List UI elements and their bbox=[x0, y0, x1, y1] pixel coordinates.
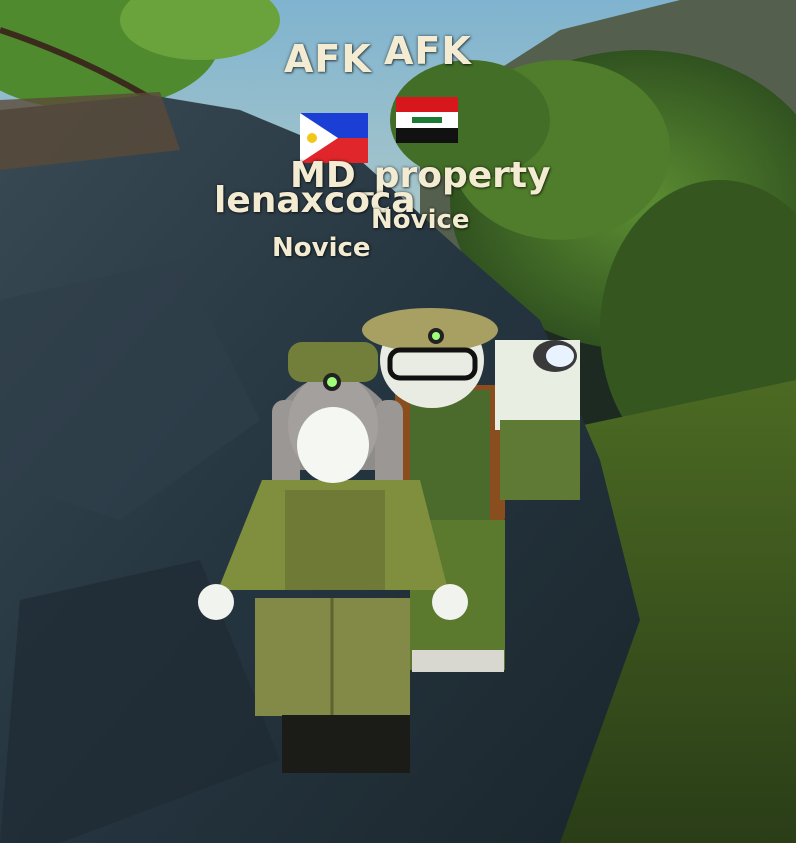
afk-status-label-1: AFK bbox=[284, 37, 372, 81]
afk-status-label-2: AFK bbox=[384, 29, 472, 73]
iraq-flag-icon bbox=[396, 97, 458, 143]
rank-label-lenaxcoca: Novice bbox=[272, 233, 371, 263]
rank-label-md-property: Novice bbox=[371, 205, 470, 235]
